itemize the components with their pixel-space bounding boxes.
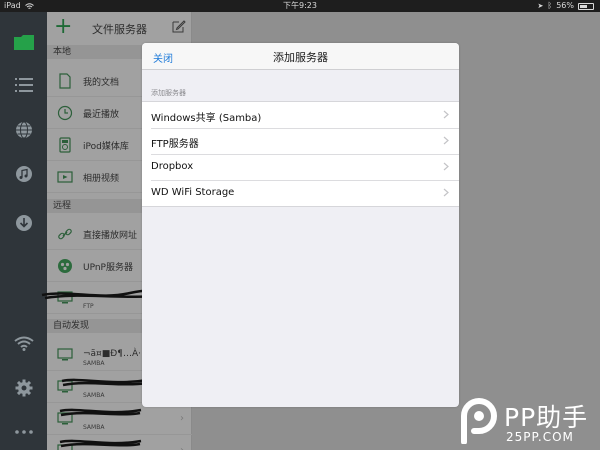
upnp-icon — [58, 259, 72, 273]
server-option-label: WD WiFi Storage — [151, 187, 235, 198]
modal-nav-bar: 关闭 添加服务器 — [142, 43, 459, 70]
list-item-sub: SAMBA — [83, 424, 105, 431]
chevron-right-icon — [443, 162, 449, 171]
panel-title: 文件服务器 — [92, 23, 147, 36]
server-option-samba[interactable]: Windows共享 (Samba) — [142, 102, 459, 128]
link-icon — [58, 228, 72, 240]
server-option-label: Windows共享 (Samba) — [151, 113, 262, 124]
gear-icon — [15, 379, 32, 397]
chevron-right-icon — [443, 110, 449, 119]
list-item-label: 我的文档 — [83, 78, 120, 88]
more-icon — [14, 430, 33, 434]
chevron-right-icon: › — [180, 445, 184, 450]
pp-logo-icon — [461, 398, 497, 444]
battery-percent: 56% — [556, 1, 574, 10]
list-item-label: ¬ã¤■Ð¶…À⋅ — [83, 349, 142, 359]
globe-icon — [15, 121, 32, 139]
rail-web-button[interactable] — [0, 115, 47, 145]
redaction-scribble — [59, 408, 142, 417]
watermark-brand: PP助手 — [504, 403, 589, 432]
left-rail — [0, 12, 47, 450]
film-icon — [57, 171, 73, 183]
server-option-ftp[interactable]: FTP服务器 — [142, 128, 459, 154]
rail-list-button[interactable] — [0, 70, 47, 100]
server-option-dropbox[interactable]: Dropbox — [142, 154, 459, 180]
list-item-sub: FTP — [83, 303, 94, 310]
server-option-label: Dropbox — [151, 161, 194, 172]
chevron-right-icon — [443, 188, 449, 197]
rail-music-button[interactable] — [0, 159, 47, 189]
clock-icon — [57, 105, 73, 121]
add-server-modal: 关闭 添加服务器 添加服务器 Windows共享 (Samba) FTP服务器 … — [142, 43, 459, 407]
list-item-label: 直接播放网址 — [83, 231, 138, 241]
ipod-icon — [59, 137, 71, 153]
bluetooth-icon: ᛒ — [547, 1, 553, 10]
list-item-sub: SAMBA — [83, 360, 105, 367]
status-bar: iPad 下午9:23 ➤ ᛒ 56% — [0, 0, 600, 12]
redaction-scribble — [61, 378, 149, 387]
rail-more-button[interactable] — [0, 417, 47, 447]
rail-settings-button[interactable] — [0, 373, 47, 403]
music-icon — [15, 166, 32, 182]
status-time: 下午9:23 — [283, 1, 317, 10]
watermark-site: 25PP.COM — [506, 430, 574, 444]
monitor-icon — [57, 348, 73, 361]
modal-title: 添加服务器 — [273, 51, 328, 64]
battery-icon — [578, 2, 594, 10]
list-item-sub: SAMBA — [83, 392, 105, 399]
server-option-label: FTP服务器 — [151, 139, 199, 150]
list-item-label: 相册视频 — [83, 174, 120, 184]
list-item-label: iPod媒体库 — [83, 142, 129, 152]
rail-files-button[interactable] — [0, 27, 47, 57]
list-item-label: UPnP服务器 — [83, 263, 133, 273]
panel-header: + 文件服务器 — [47, 12, 192, 44]
download-icon — [15, 215, 32, 231]
server-type-list: Windows共享 (Samba) FTP服务器 Dropbox WD WiFi… — [142, 101, 459, 207]
document-icon — [59, 73, 71, 89]
server-option-wd-wifi[interactable]: WD WiFi Storage — [142, 180, 459, 206]
location-icon: ➤ — [537, 2, 544, 10]
folder-icon — [13, 34, 34, 50]
group-header: 添加服务器 — [151, 89, 186, 97]
chevron-right-icon — [443, 136, 449, 145]
wifi-icon — [13, 336, 34, 351]
chevron-right-icon: › — [180, 413, 184, 424]
redaction-scribble — [59, 439, 142, 448]
rail-wifi-button[interactable] — [0, 328, 47, 358]
list-item-label: 最近播放 — [83, 110, 120, 120]
rail-download-button[interactable] — [0, 208, 47, 238]
list-icon — [14, 78, 33, 92]
pp-watermark: PP助手 25PP.COM — [458, 392, 598, 448]
edit-icon[interactable] — [172, 20, 186, 33]
